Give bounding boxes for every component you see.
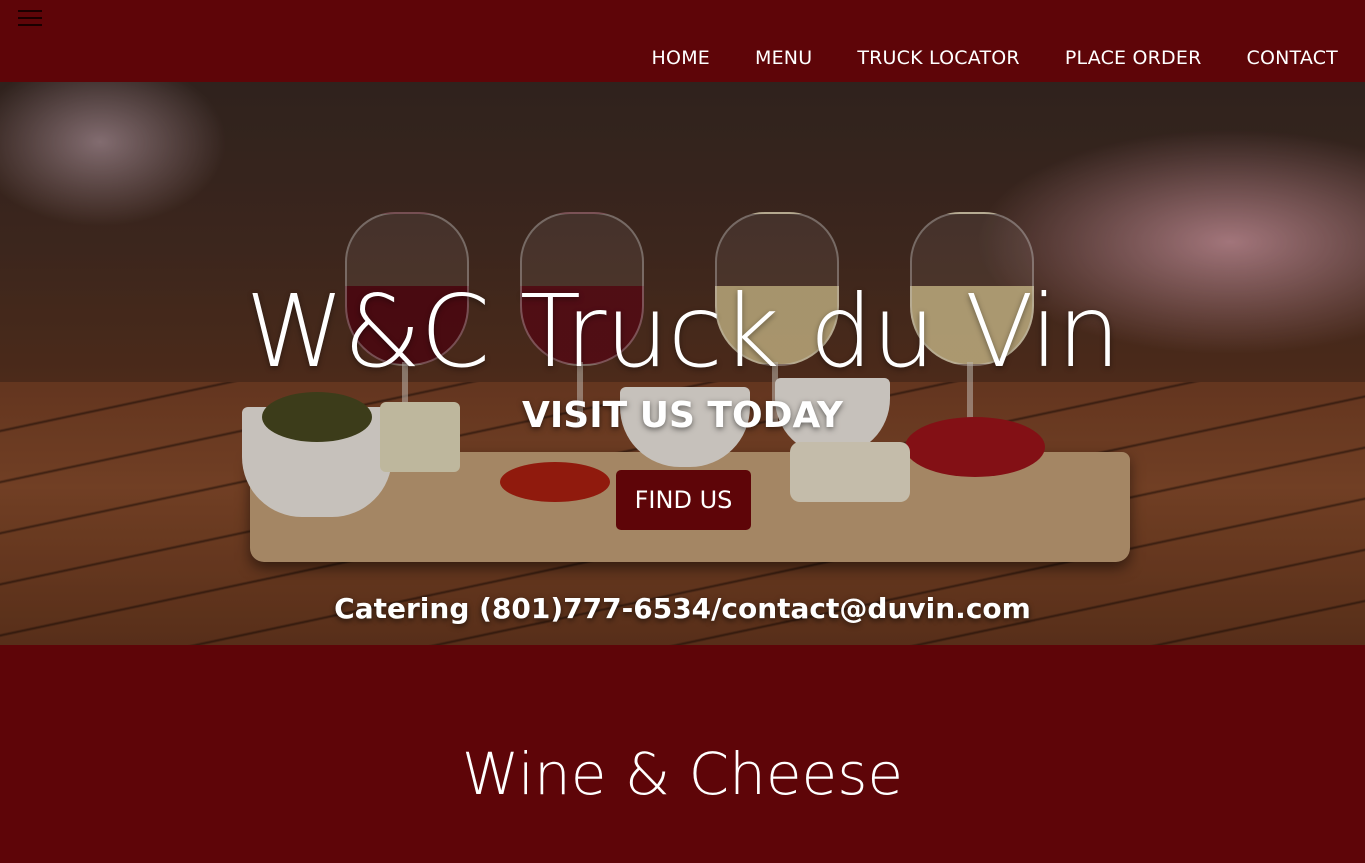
hero-subtitle: VISIT US TODAY <box>522 395 843 436</box>
hero-title: W&C Truck du Vin <box>245 273 1120 390</box>
nav-contact[interactable]: CONTACT <box>1246 46 1338 70</box>
hamburger-menu-icon[interactable] <box>18 8 44 28</box>
top-bar: HOME MENU TRUCK LOCATOR PLACE ORDER CONT… <box>0 0 1365 82</box>
nav-home[interactable]: HOME <box>652 46 710 70</box>
nav-menu[interactable]: MENU <box>755 46 812 70</box>
main-nav: HOME MENU TRUCK LOCATOR PLACE ORDER CONT… <box>607 46 1338 70</box>
nav-truck-locator[interactable]: TRUCK LOCATOR <box>857 46 1020 70</box>
hero-banner: W&C Truck du Vin VISIT US TODAY FIND US … <box>0 82 1365 645</box>
find-us-button[interactable]: FIND US <box>616 470 751 530</box>
catering-contact: Catering (801)777-6534/contact@duvin.com <box>334 592 1031 625</box>
nav-place-order[interactable]: PLACE ORDER <box>1065 46 1202 70</box>
section-title: Wine & Cheese <box>461 740 904 808</box>
